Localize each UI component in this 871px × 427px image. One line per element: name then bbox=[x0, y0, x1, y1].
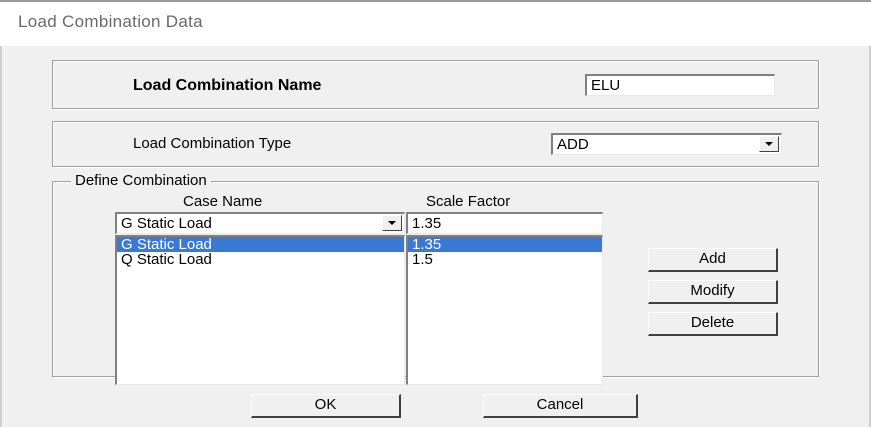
define-combination-legend: Define Combination bbox=[71, 172, 211, 189]
load-combination-dialog: Load Combination Data Load Combination N… bbox=[0, 0, 871, 427]
combination-name-label: Load Combination Name bbox=[133, 77, 322, 94]
scale-factor-list[interactable]: 1.35 1.5 bbox=[406, 235, 603, 385]
delete-button[interactable]: Delete bbox=[648, 312, 778, 336]
list-item[interactable]: G Static Load bbox=[117, 237, 404, 252]
title-bar[interactable]: Load Combination Data bbox=[0, 0, 871, 46]
scale-factor-header: Scale Factor bbox=[426, 193, 511, 210]
combination-type-value: ADD bbox=[557, 136, 589, 153]
case-name-list[interactable]: G Static Load Q Static Load bbox=[115, 235, 405, 385]
combination-type-label: Load Combination Type bbox=[133, 135, 292, 152]
combination-type-group: Load Combination Type ADD bbox=[52, 121, 819, 167]
add-button[interactable]: Add bbox=[648, 248, 778, 272]
combination-type-dropdown[interactable]: ADD bbox=[551, 133, 782, 155]
case-name-dropdown[interactable]: G Static Load bbox=[115, 212, 405, 234]
chevron-down-icon[interactable] bbox=[382, 215, 402, 231]
combination-name-group: Load Combination Name ELU bbox=[52, 60, 819, 109]
ok-button[interactable]: OK bbox=[251, 394, 401, 418]
cancel-button[interactable]: Cancel bbox=[483, 394, 638, 418]
window-left-border bbox=[0, 46, 2, 427]
chevron-down-icon[interactable] bbox=[759, 136, 779, 152]
list-item[interactable]: 1.35 bbox=[408, 237, 602, 252]
combination-name-input[interactable]: ELU bbox=[585, 74, 775, 96]
title-bar-top-border bbox=[0, 0, 871, 2]
case-name-value: G Static Load bbox=[121, 215, 212, 232]
case-name-header: Case Name bbox=[183, 193, 263, 210]
scale-factor-input[interactable]: 1.35 bbox=[406, 212, 603, 234]
window-title: Load Combination Data bbox=[18, 12, 203, 31]
modify-button[interactable]: Modify bbox=[648, 280, 778, 304]
list-item[interactable]: 1.5 bbox=[408, 252, 602, 267]
list-item[interactable]: Q Static Load bbox=[117, 252, 404, 267]
define-combination-group: Define Combination Case Name Scale Facto… bbox=[52, 172, 819, 385]
